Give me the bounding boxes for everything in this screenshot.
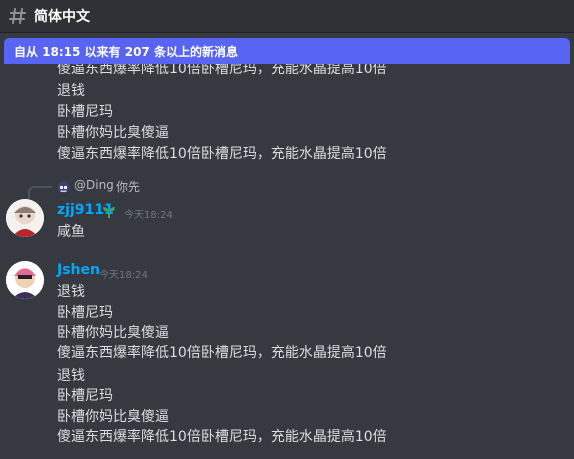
message-line: 退钱 [57, 368, 85, 384]
reply-author[interactable]: @Ding [74, 178, 114, 192]
message-line: 咸鱼 [57, 224, 85, 240]
reply-preview[interactable]: 你先 [116, 178, 140, 195]
message-line: 卧槽尼玛 [57, 388, 113, 404]
message-line: 卧槽你妈比臭傻逼 [57, 125, 169, 141]
avatar[interactable] [6, 261, 44, 299]
timestamp: 今天18:24 [99, 270, 148, 281]
message-line: 退钱 [57, 284, 85, 300]
message-line: 卧槽尼玛 [57, 104, 113, 120]
timestamp: 今天18:24 [124, 210, 173, 221]
hashtag-icon [8, 6, 28, 26]
reply-spine [28, 186, 52, 199]
message-line: 卧槽尼玛 [57, 305, 113, 321]
message-line: 卧槽你妈比臭傻逼 [57, 409, 169, 425]
message-line: 傻逼东西爆率降低10倍卧槽尼玛，充能水晶提高10倍 [57, 345, 387, 361]
avatar-icon[interactable] [57, 180, 70, 193]
message-line: 傻逼东西爆率降低10倍卧槽尼玛，充能水晶提高10倍 [57, 146, 387, 162]
channel-name: 简体中文 [34, 9, 90, 25]
message-line: 傻逼东西爆率降低10倍卧槽尼玛，充能水晶提高10倍 [57, 429, 387, 445]
message-line: 卧槽你妈比臭傻逼 [57, 325, 169, 341]
avatar[interactable] [6, 199, 44, 237]
sprout-badge-icon [101, 204, 117, 218]
message-line: 退钱 [57, 83, 85, 99]
channel-header: 简体中文 [0, 0, 574, 33]
new-messages-banner-text: 自从 18:15 以来有 207 条以上的新消息 [14, 44, 238, 59]
new-messages-banner[interactable]: 自从 18:15 以来有 207 条以上的新消息 [4, 38, 570, 64]
username[interactable]: Jshen [57, 262, 100, 278]
